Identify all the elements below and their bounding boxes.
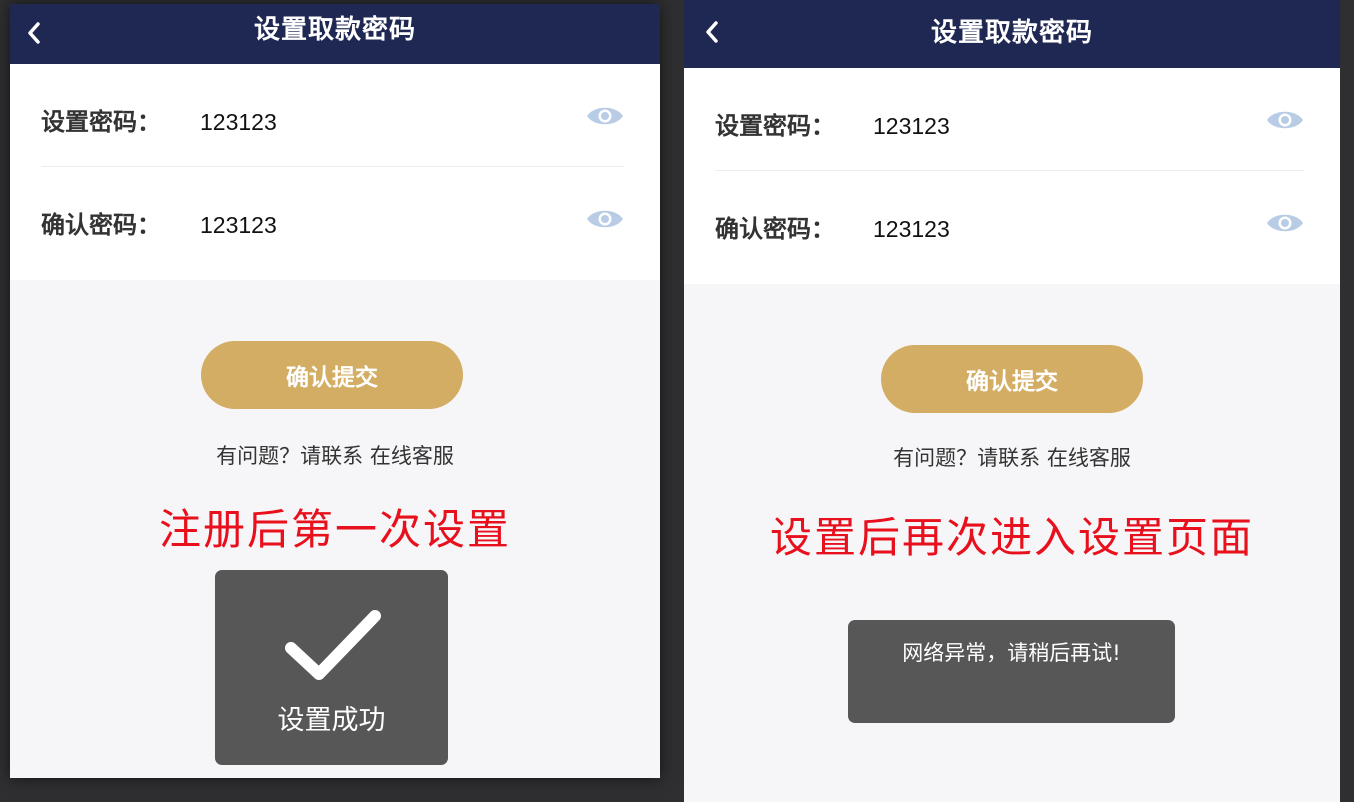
page-title: 设置取款密码 [930,18,1093,48]
confirm-password-row: 确认密码： 123123 [41,167,624,269]
submit-button[interactable]: 确认提交 [201,341,463,409]
confirm-password-row: 确认密码： 123123 [715,171,1304,273]
screen-first-setup: 设置取款密码 设置密码： 123123 确认密码： 123123 确认提交 有问… [10,4,660,778]
confirm-password-input[interactable]: 123123 [200,167,277,269]
help-prefix: 有问题？请联系 [216,444,364,468]
eye-icon[interactable] [586,104,624,128]
page-title: 设置取款密码 [253,15,416,45]
password-label: 设置密码： [41,108,161,136]
eye-icon[interactable] [1266,211,1304,235]
online-support-link[interactable]: 在线客服 [1047,446,1131,470]
success-toast: 设置成功 [215,570,448,765]
confirm-password-input[interactable]: 123123 [873,171,950,273]
submit-button[interactable]: 确认提交 [881,345,1143,413]
error-toast: 网络异常，请稍后再试! [848,620,1175,723]
annotation-caption: 注册后第一次设置 [158,505,511,554]
help-text: 有问题？请联系 在线客服 [684,442,1340,472]
nav-header: 设置取款密码 [10,4,660,64]
online-support-link[interactable]: 在线客服 [370,444,454,468]
help-prefix: 有问题？请联系 [893,446,1041,470]
confirm-password-label: 确认密码： [41,211,161,239]
password-form: 设置密码： 123123 确认密码： 123123 [10,64,660,280]
toast-message: 设置成功 [277,705,386,736]
help-text: 有问题？请联系 在线客服 [10,440,660,470]
nav-header: 设置取款密码 [684,0,1340,68]
password-label: 设置密码： [715,112,835,140]
password-input[interactable]: 123123 [200,64,277,166]
eye-icon[interactable] [1266,108,1304,132]
toast-message: 网络异常，请稍后再试! [902,641,1121,665]
checkmark-icon [285,610,381,680]
password-row: 设置密码： 123123 [41,64,624,167]
password-row: 设置密码： 123123 [715,68,1304,171]
password-form: 设置密码： 123123 确认密码： 123123 [684,68,1340,284]
eye-icon[interactable] [586,207,624,231]
screen-revisit: 设置取款密码 设置密码： 123123 确认密码： 123123 确认提交 有问… [684,0,1340,802]
confirm-password-label: 确认密码： [715,215,835,243]
password-input[interactable]: 123123 [873,68,950,170]
annotation-caption: 设置后再次进入设置页面 [769,513,1254,562]
